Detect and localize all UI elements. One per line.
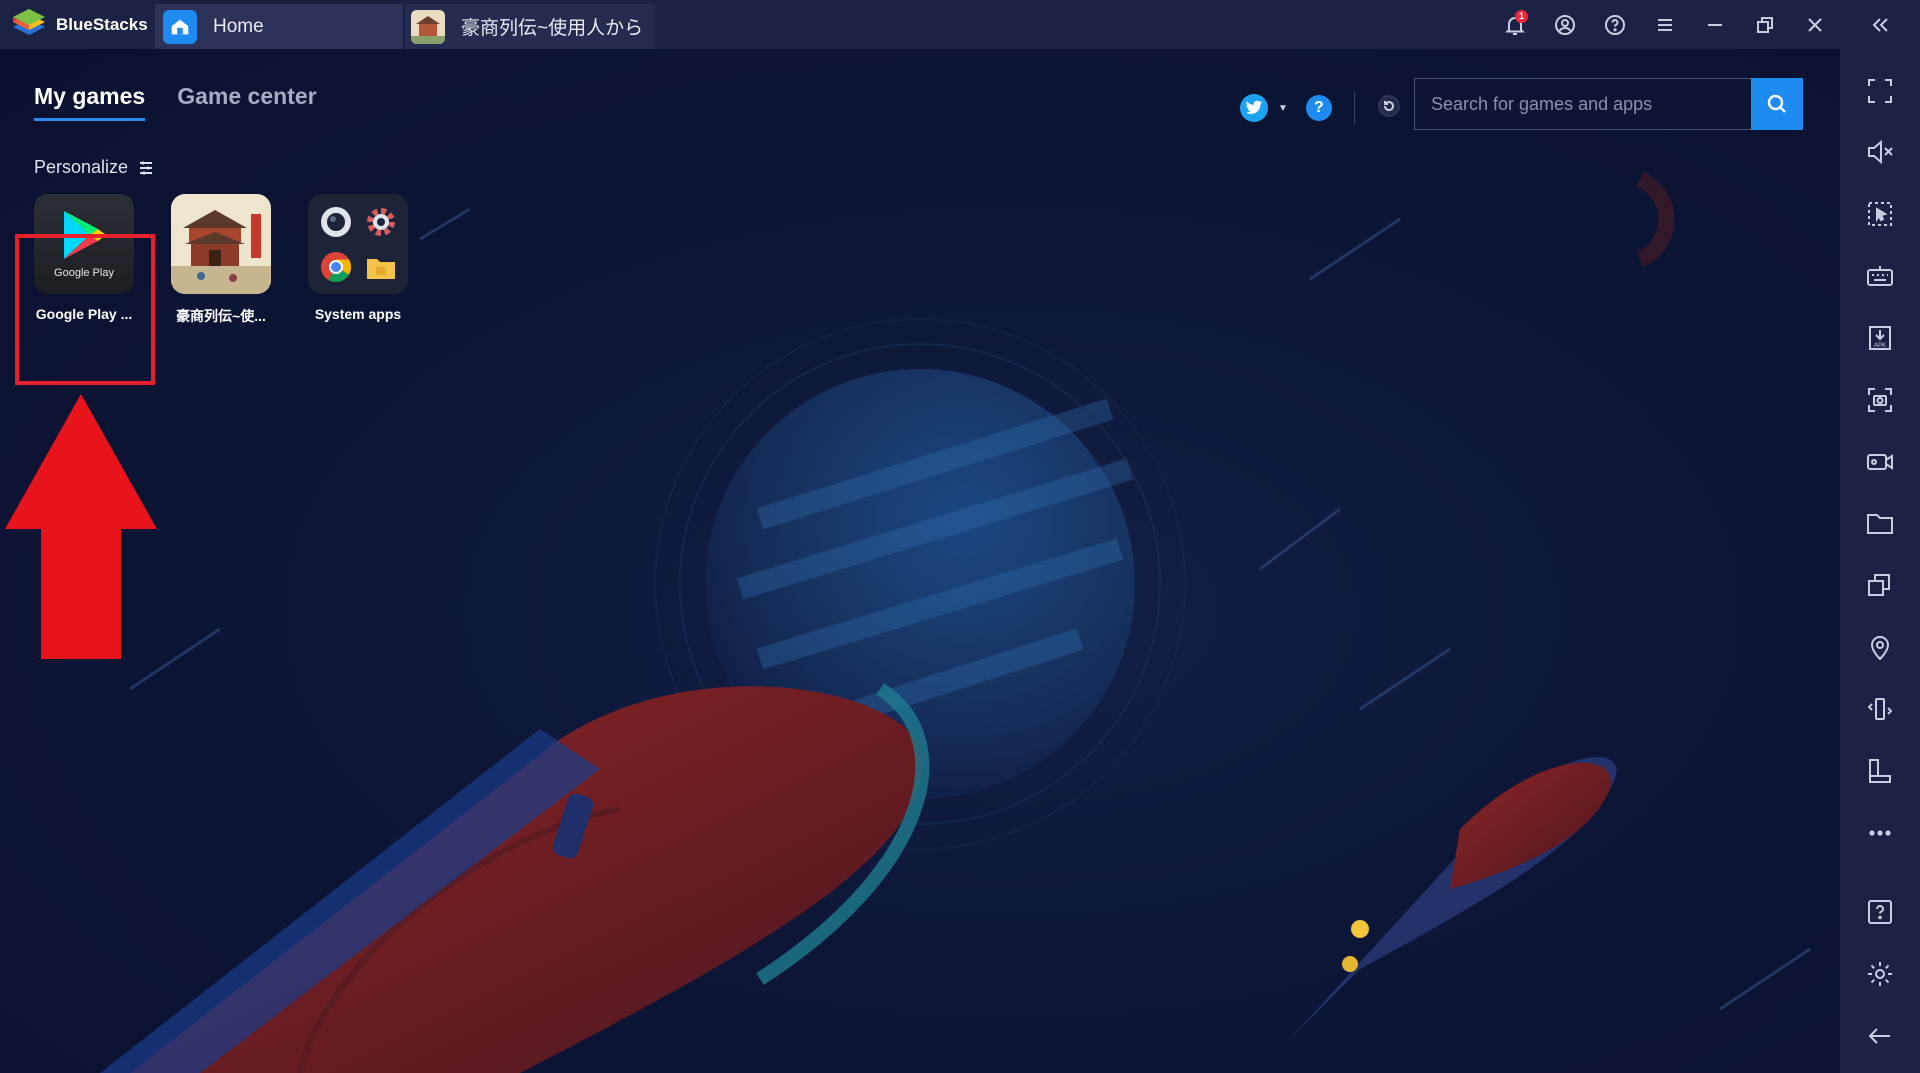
app-label: System apps (314, 306, 402, 322)
tab-my-games[interactable]: My games (34, 83, 146, 121)
title-controls: 1 (1490, 0, 1920, 49)
search-icon (1767, 94, 1786, 113)
back-button[interactable] (1855, 1011, 1905, 1060)
record-video-icon (1867, 453, 1893, 470)
twitter-icon (1245, 100, 1263, 115)
apk-install-icon: APK (1869, 325, 1891, 350)
brand: BlueStacks (0, 0, 155, 49)
right-sidebar: APK (1840, 49, 1920, 1073)
twitter-button[interactable] (1240, 94, 1268, 122)
multi-instance-button[interactable] (1855, 561, 1905, 610)
chrome-icon (316, 247, 355, 286)
close-button[interactable] (1790, 0, 1840, 49)
bluestacks-logo (13, 8, 45, 35)
game-thumbnail-icon (411, 9, 445, 44)
svg-text:APK: APK (1874, 343, 1886, 349)
help-button[interactable] (1590, 0, 1640, 49)
minimize-icon (1708, 23, 1722, 26)
apk-install-button[interactable]: APK (1855, 313, 1905, 362)
app-label: 豪商列伝~使... (176, 308, 266, 324)
file-manager-icon (361, 247, 400, 286)
search-input[interactable] (1414, 78, 1751, 130)
refresh-icon (1377, 94, 1400, 117)
brand-name: BlueStacks (56, 14, 148, 34)
location-icon (1870, 636, 1890, 661)
restore-button[interactable] (1740, 0, 1790, 49)
system-apps-icon (308, 194, 408, 294)
restore-icon (1757, 16, 1773, 33)
notifications-button[interactable]: 1 (1490, 0, 1540, 49)
annotation-arrow-up-icon (5, 394, 157, 659)
personalize-label: Personalize (34, 157, 129, 177)
pointer-select-icon (1868, 202, 1892, 227)
minimize-button[interactable] (1690, 0, 1740, 49)
fullscreen-button[interactable] (1855, 66, 1905, 115)
record-video-button[interactable] (1855, 437, 1905, 486)
home-content: My games Game center Personalize Google … (0, 49, 1840, 1073)
tab-home[interactable]: Home (155, 4, 405, 49)
settings-button[interactable] (1855, 949, 1905, 998)
sidebar-help-button[interactable] (1855, 887, 1905, 936)
camera-icon (316, 202, 355, 241)
game-icon (171, 194, 271, 294)
tab-game-label: 豪商列伝~使用人から (461, 18, 644, 39)
help-icon (1868, 900, 1892, 925)
media-folder-button[interactable] (1855, 499, 1905, 548)
tab-game-center[interactable]: Game center (177, 83, 316, 121)
personalize-button[interactable]: Personalize (34, 157, 154, 178)
account-icon (1555, 14, 1575, 35)
screenshot-button[interactable] (1855, 375, 1905, 424)
annotation-highlight-box (15, 234, 155, 385)
fullscreen-icon (1868, 78, 1892, 103)
folder-icon (1867, 514, 1893, 535)
sliders-icon (140, 161, 153, 174)
notification-badge: 1 (1515, 10, 1528, 23)
pointer-select-button[interactable] (1855, 190, 1905, 239)
more-icon (1869, 829, 1891, 836)
rotate-button[interactable] (1855, 746, 1905, 795)
header-tools: ▼ ? (1240, 91, 1401, 125)
search-button[interactable] (1751, 78, 1803, 130)
refresh-button[interactable] (1377, 94, 1401, 123)
chevron-down-icon[interactable]: ▼ (1278, 103, 1288, 114)
screenshot-icon (1868, 387, 1892, 412)
menu-button[interactable] (1640, 0, 1690, 49)
volume-button[interactable] (1855, 128, 1905, 177)
account-button[interactable] (1540, 0, 1590, 49)
rotate-icon (1869, 758, 1891, 783)
keyboard-icon (1867, 266, 1893, 287)
settings-icon (1868, 961, 1892, 986)
home-icon (163, 9, 197, 44)
close-icon (1808, 17, 1822, 32)
app-goushou-retsuden[interactable]: 豪商列伝~使... (171, 194, 271, 326)
more-button[interactable] (1855, 808, 1905, 857)
question-circle-icon (1605, 14, 1625, 35)
search-bar (1414, 78, 1803, 130)
multi-instance-icon (1868, 574, 1890, 597)
help-circle-button[interactable]: ? (1305, 95, 1332, 121)
location-button[interactable] (1855, 622, 1905, 671)
app-system-apps[interactable]: System apps (308, 194, 408, 326)
nav-tabs: My games Game center (34, 83, 317, 121)
shake-button[interactable] (1855, 684, 1905, 733)
shake-icon (1867, 697, 1893, 720)
double-chevron-left-icon (1872, 17, 1888, 32)
collapse-sidebar-button[interactable] (1840, 0, 1920, 49)
hamburger-menu-icon (1658, 18, 1672, 31)
gear-icon (361, 202, 400, 241)
keyboard-button[interactable] (1855, 251, 1905, 300)
bluestacks-window: BlueStacks Home 豪商列伝~使用人から 1 My games Ga… (0, 0, 1920, 1073)
tab-home-label: Home (213, 15, 264, 37)
title-bar: BlueStacks Home 豪商列伝~使用人から 1 (0, 0, 1920, 49)
volume-mute-icon (1868, 140, 1893, 165)
back-icon (1868, 1028, 1890, 1044)
tab-game[interactable]: 豪商列伝~使用人から (405, 4, 657, 49)
divider (1353, 91, 1355, 125)
